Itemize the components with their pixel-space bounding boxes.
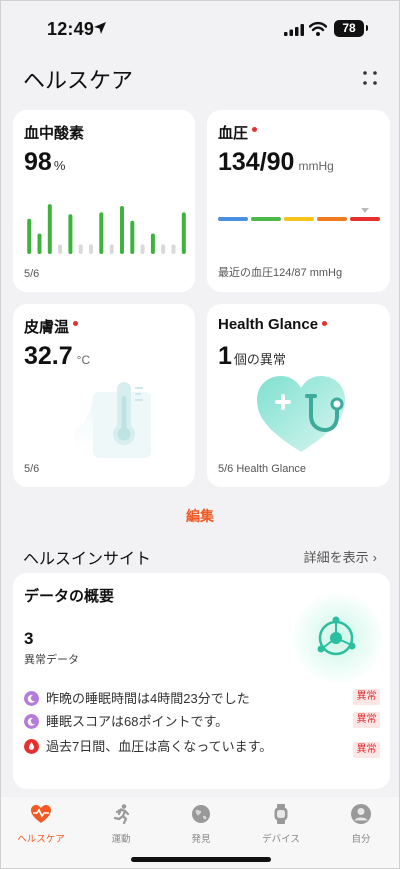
spo2-bar-chart bbox=[27, 204, 186, 254]
spo2-bar bbox=[27, 218, 32, 254]
tab-healthcare[interactable]: ヘルスケア bbox=[6, 803, 76, 845]
data-orbit-icon bbox=[317, 616, 356, 656]
chevron-right-icon: › bbox=[372, 550, 377, 565]
bp-scale-segment bbox=[251, 217, 281, 221]
thermometer-illustration-icon bbox=[75, 382, 151, 464]
bp-level-marker-icon bbox=[361, 208, 369, 213]
health-glance-card[interactable]: Health Glance 1 個の異常 5/6 Health Glance bbox=[207, 304, 390, 487]
battery-indicator: 78 bbox=[334, 20, 368, 37]
spo2-bar bbox=[37, 233, 42, 254]
glance-title: Health Glance bbox=[218, 316, 328, 333]
glance-value: 1 個の異常 bbox=[218, 342, 286, 370]
spo2-date: 5/6 bbox=[24, 268, 40, 280]
tab-exercise[interactable]: 運動 bbox=[86, 803, 156, 845]
card-layout-icon[interactable] bbox=[361, 69, 381, 89]
wifi-icon bbox=[309, 21, 327, 36]
spo2-bar bbox=[78, 244, 83, 254]
home-indicator bbox=[131, 857, 271, 862]
spo2-card[interactable]: 血中酸素 98% 5/6 bbox=[13, 110, 195, 292]
alert-dot bbox=[322, 321, 328, 326]
status-bar: 12:49 78 bbox=[1, 1, 399, 51]
insight-item[interactable]: 過去7日間、血圧は高くなっています。 異常 bbox=[24, 737, 380, 773]
bp-title: 血圧 bbox=[218, 122, 258, 143]
spo2-title: 血中酸素 bbox=[24, 125, 85, 142]
spo2-bar bbox=[150, 233, 155, 254]
data-overview-card[interactable]: データの概要 3 異常データ 昨晩の睡眠時間は4時間23分でした 異常 睡眠スコ… bbox=[13, 573, 390, 789]
watch-icon bbox=[274, 804, 288, 824]
edit-button[interactable]: 編集 bbox=[1, 506, 399, 526]
spo2-bar bbox=[99, 212, 104, 254]
location-arrow-icon bbox=[94, 22, 106, 34]
spo2-bar bbox=[120, 206, 124, 254]
spo2-bar bbox=[161, 244, 166, 254]
moon-icon bbox=[24, 691, 39, 706]
insight-text: 昨晩の睡眠時間は4時間23分でした bbox=[46, 691, 250, 706]
temp-date: 5/6 bbox=[24, 463, 40, 475]
bottom-tab-bar: ヘルスケア 運動 発見 デバイス 自分 bbox=[1, 797, 399, 868]
tab-devices[interactable]: デバイス bbox=[246, 803, 316, 845]
page-title: ヘルスケア bbox=[23, 68, 134, 93]
status-time: 12:49 bbox=[47, 19, 95, 39]
heart-stethoscope-icon bbox=[257, 376, 345, 452]
cellular-signal-icon bbox=[284, 24, 304, 36]
moon-icon bbox=[24, 714, 39, 729]
bp-scale-segment bbox=[317, 217, 347, 221]
tab-discover[interactable]: 発見 bbox=[166, 803, 236, 845]
health-app-screen: 12:49 78 ヘルスケア 血中酸素 98% 5/6 血圧 134/90 mmH… bbox=[0, 0, 400, 869]
anomaly-badge: 異常 bbox=[353, 742, 380, 758]
bp-scale-bar bbox=[218, 208, 380, 221]
anomaly-badge: 異常 bbox=[353, 712, 380, 728]
globe-icon bbox=[192, 805, 210, 823]
bp-scale-segment bbox=[284, 217, 314, 221]
runner-icon bbox=[113, 804, 130, 825]
bp-scale-segment bbox=[350, 217, 380, 221]
insight-item[interactable]: 睡眠スコアは68ポイントです。 異常 bbox=[24, 712, 380, 734]
spo2-bar bbox=[58, 244, 63, 254]
skin-temp-card[interactable]: 皮膚温 32.7 °C 5/6 bbox=[13, 304, 195, 487]
spo2-bar bbox=[89, 244, 93, 254]
alert-dot bbox=[73, 321, 79, 326]
insight-item[interactable]: 昨晩の睡眠時間は4時間23分でした 異常 bbox=[24, 689, 380, 711]
spo2-bar bbox=[109, 244, 114, 254]
anomaly-badge: 異常 bbox=[353, 689, 380, 705]
glance-footer: 5/6 Health Glance bbox=[218, 463, 307, 475]
person-icon bbox=[351, 804, 371, 824]
blood-pressure-card[interactable]: 血圧 134/90 mmHg 最近の血圧124/87 mmHg bbox=[207, 110, 390, 292]
overview-title: データの概要 bbox=[24, 588, 115, 605]
spo2-bar bbox=[181, 212, 186, 254]
spo2-bar bbox=[171, 244, 176, 254]
bp-scale-segment bbox=[218, 217, 248, 221]
insight-text: 過去7日間、血圧は高くなっています。 bbox=[46, 739, 273, 754]
view-details-link[interactable]: 詳細を表示 › bbox=[304, 547, 377, 566]
spo2-value: 98% bbox=[24, 148, 66, 176]
spo2-bar bbox=[140, 244, 145, 254]
temp-title: 皮膚温 bbox=[24, 316, 79, 337]
anomaly-count: 3 bbox=[24, 629, 34, 648]
insight-text: 睡眠スコアは68ポイントです。 bbox=[46, 714, 229, 729]
blood-drop-icon bbox=[24, 739, 39, 754]
bp-value: 134/90 mmHg bbox=[218, 148, 334, 176]
alert-dot bbox=[252, 127, 258, 132]
tab-profile[interactable]: 自分 bbox=[326, 803, 396, 845]
insights-section-title: ヘルスインサイト bbox=[23, 551, 152, 568]
temp-value: 32.7 °C bbox=[24, 342, 91, 370]
spo2-bar bbox=[47, 204, 52, 254]
anomaly-count-label: 異常データ bbox=[24, 654, 79, 666]
spo2-bar bbox=[68, 214, 73, 254]
bp-recent: 最近の血圧124/87 mmHg bbox=[218, 267, 343, 279]
heart-pulse-icon bbox=[31, 805, 51, 823]
spo2-bar bbox=[130, 220, 135, 254]
